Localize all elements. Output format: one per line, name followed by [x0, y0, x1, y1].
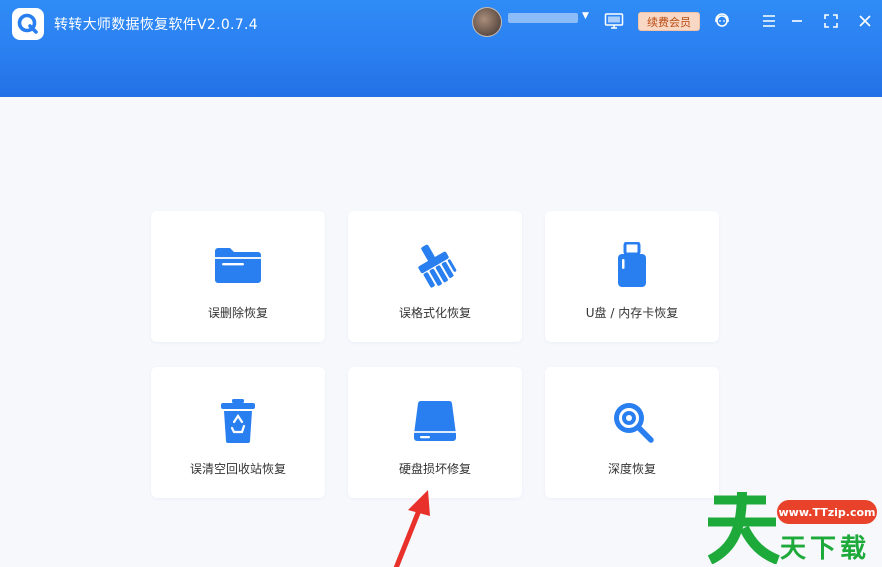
card-label: 误格式化恢复 [398, 306, 471, 320]
app-title: 转转大师数据恢复软件V2.0.7.4 [54, 17, 258, 33]
menu-icon[interactable] [759, 11, 779, 31]
avatar[interactable] [472, 7, 502, 37]
usb-drive-icon [545, 242, 719, 287]
annotation-arrow-icon [388, 488, 438, 567]
minimize-icon[interactable] [787, 11, 807, 31]
user-menu-caret-icon[interactable]: ▼ [582, 11, 589, 21]
recycle-bin-icon [151, 399, 325, 443]
hard-disk-icon [348, 399, 522, 443]
broom-icon [348, 243, 522, 288]
renew-membership-button[interactable]: 续费会员 [638, 12, 700, 31]
title-bar: 转转大师数据恢复软件V2.0.7.4 ▼ 续费会员 [0, 0, 882, 97]
username[interactable] [508, 13, 578, 23]
headset-icon[interactable] [712, 11, 732, 31]
card-usb-memory-card-recovery[interactable]: U盘 / 内存卡恢复 [545, 211, 719, 342]
card-recycle-bin-recovery[interactable]: 误清空回收站恢复 [151, 367, 325, 498]
card-deep-recovery[interactable]: 深度恢复 [545, 367, 719, 498]
watermark-url: www.TTzip.com [777, 500, 877, 524]
card-hard-disk-repair[interactable]: 硬盘损坏修复 [348, 367, 522, 498]
logo-icon [12, 8, 44, 40]
watermark-logo-icon [704, 488, 782, 567]
card-format-recovery[interactable]: 误格式化恢复 [348, 211, 522, 342]
card-accidental-delete-recovery[interactable]: 误删除恢复 [151, 211, 325, 342]
close-icon[interactable] [855, 11, 875, 31]
card-label: 硬盘损坏修复 [398, 462, 471, 476]
folder-icon [151, 243, 325, 287]
card-label: 深度恢复 [607, 462, 656, 476]
watermark-name: 天下载 [780, 534, 871, 564]
deep-scan-icon [545, 399, 719, 443]
maximize-icon[interactable] [821, 11, 841, 31]
card-label: U盘 / 内存卡恢复 [585, 306, 679, 320]
card-label: 误删除恢复 [207, 306, 268, 320]
card-label: 误清空回收站恢复 [189, 462, 286, 476]
monitor-icon[interactable] [604, 12, 624, 34]
